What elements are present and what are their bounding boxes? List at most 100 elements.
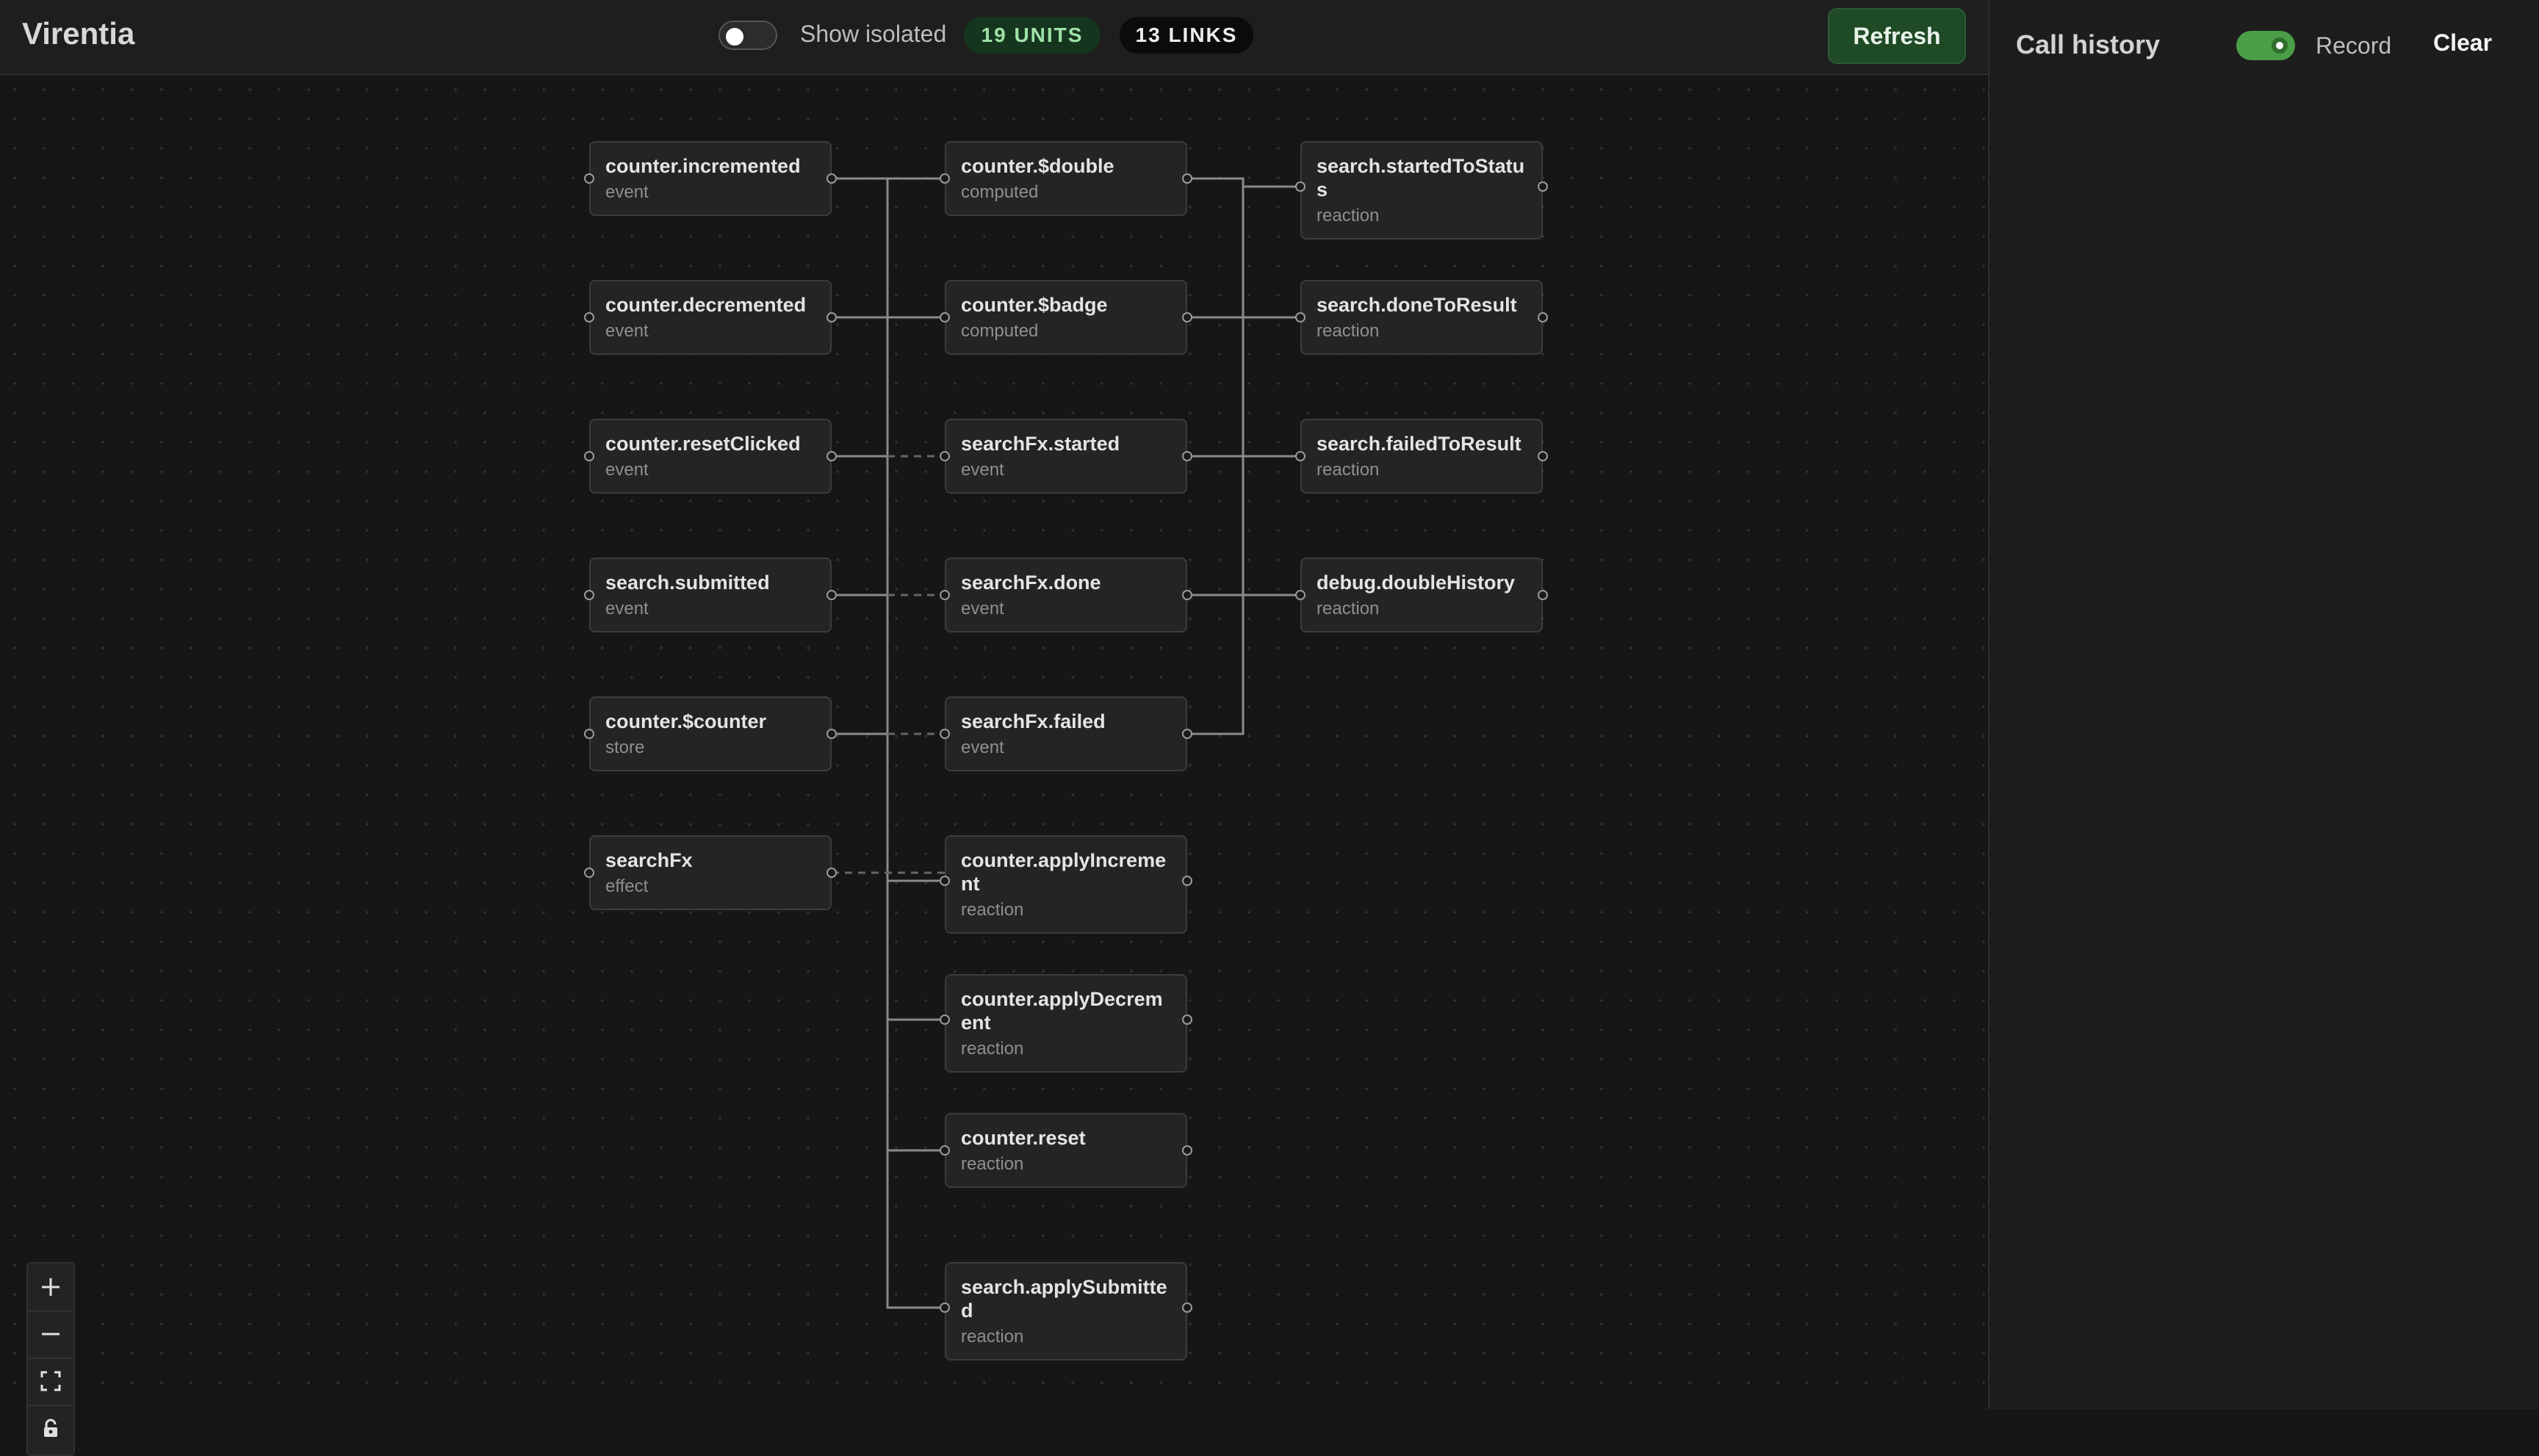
node-out-port[interactable] bbox=[1182, 1014, 1192, 1025]
node-in-port[interactable] bbox=[1295, 181, 1305, 192]
zoom-in-button[interactable] bbox=[28, 1264, 73, 1312]
node-in-port[interactable] bbox=[940, 876, 950, 886]
node-in-port[interactable] bbox=[940, 1302, 950, 1313]
lock-icon bbox=[44, 1419, 57, 1437]
graph-node[interactable]: searchFx.done event bbox=[945, 558, 1187, 633]
graph-node[interactable]: debug.doubleHistory reaction bbox=[1300, 558, 1543, 633]
node-out-port[interactable] bbox=[826, 590, 837, 600]
show-isolated-toggle[interactable] bbox=[719, 21, 777, 50]
node-type: event bbox=[961, 738, 1004, 757]
node-in-port[interactable] bbox=[584, 729, 594, 739]
node-name: counter.reset bbox=[961, 1127, 1086, 1149]
graph-node[interactable]: searchFx.started event bbox=[945, 419, 1187, 494]
node-out-port[interactable] bbox=[1182, 312, 1192, 322]
node-out-port[interactable] bbox=[1182, 451, 1192, 461]
graph-node[interactable]: search.doneToResult reaction bbox=[1300, 280, 1543, 355]
refresh-button[interactable]: Refresh bbox=[1828, 8, 1966, 64]
graph-node[interactable]: counter.applyDecrement reaction bbox=[945, 974, 1187, 1073]
fit-view-icon bbox=[40, 1371, 61, 1391]
node-type: reaction bbox=[1317, 460, 1380, 480]
node-type: reaction bbox=[1317, 321, 1380, 341]
plus-icon bbox=[42, 1278, 60, 1296]
node-in-port[interactable] bbox=[1295, 312, 1305, 322]
node-type: reaction bbox=[961, 1039, 1024, 1059]
node-type: event bbox=[605, 460, 649, 480]
graph-node[interactable]: search.startedToStatus reaction bbox=[1300, 141, 1543, 239]
clear-button[interactable]: Clear bbox=[2433, 29, 2492, 57]
node-out-port[interactable] bbox=[826, 312, 837, 322]
fit-view-button[interactable] bbox=[28, 1358, 73, 1406]
graph-node[interactable]: counter.applyIncrement reaction bbox=[945, 835, 1187, 934]
node-in-port[interactable] bbox=[584, 590, 594, 600]
node-out-port[interactable] bbox=[1182, 1145, 1192, 1156]
node-name: counter.incremented bbox=[605, 155, 801, 177]
node-name: counter.decremented bbox=[605, 294, 807, 316]
node-in-port[interactable] bbox=[940, 173, 950, 184]
graph-node[interactable]: searchFx effect bbox=[589, 835, 832, 910]
graph-node[interactable]: search.applySubmitted reaction bbox=[945, 1262, 1187, 1361]
record-toggle[interactable] bbox=[2236, 31, 2295, 60]
units-count-badge: 19 UNITS bbox=[964, 17, 1101, 54]
top-toolbar: Virentia Show isolated 19 UNITS 13 LINKS… bbox=[0, 0, 1988, 75]
node-in-port[interactable] bbox=[584, 173, 594, 184]
lock-button[interactable] bbox=[28, 1405, 73, 1452]
node-in-port[interactable] bbox=[940, 590, 950, 600]
node-name: search.submitted bbox=[605, 572, 770, 594]
toggle-knob bbox=[2272, 37, 2288, 54]
node-name: counter.$badge bbox=[961, 294, 1108, 316]
node-type: reaction bbox=[961, 1327, 1024, 1347]
node-out-port[interactable] bbox=[1538, 451, 1548, 461]
node-name: counter.$counter bbox=[605, 710, 767, 732]
node-out-port[interactable] bbox=[826, 173, 837, 184]
node-out-port[interactable] bbox=[1182, 590, 1192, 600]
graph-node[interactable]: counter.incremented event bbox=[589, 141, 832, 216]
graph-node[interactable]: search.submitted event bbox=[589, 558, 832, 633]
node-out-port[interactable] bbox=[1538, 181, 1548, 192]
node-out-port[interactable] bbox=[1538, 590, 1548, 600]
node-out-port[interactable] bbox=[826, 729, 837, 739]
node-out-port[interactable] bbox=[826, 451, 837, 461]
node-in-port[interactable] bbox=[1295, 451, 1305, 461]
node-name: search.failedToResult bbox=[1317, 433, 1521, 455]
graph-node[interactable]: searchFx.failed event bbox=[945, 696, 1187, 771]
node-in-port[interactable] bbox=[940, 312, 950, 322]
node-out-port[interactable] bbox=[1182, 729, 1192, 739]
node-in-port[interactable] bbox=[584, 868, 594, 878]
links-count-badge: 13 LINKS bbox=[1120, 17, 1253, 54]
node-in-port[interactable] bbox=[940, 729, 950, 739]
graph-canvas[interactable]: counter.incremented event counter.decremen… bbox=[0, 75, 1988, 1456]
graph-node[interactable]: search.failedToResult reaction bbox=[1300, 419, 1543, 494]
graph-node[interactable]: counter.$double computed bbox=[945, 141, 1187, 216]
node-name: counter.$double bbox=[961, 155, 1114, 177]
node-out-port[interactable] bbox=[1182, 1302, 1192, 1313]
graph-node[interactable]: counter.$badge computed bbox=[945, 280, 1187, 355]
node-name: counter.applyIncrement bbox=[961, 849, 1167, 895]
node-in-port[interactable] bbox=[940, 451, 950, 461]
node-type: computed bbox=[961, 182, 1039, 202]
node-type: event bbox=[605, 182, 649, 202]
node-name: searchFx bbox=[605, 849, 693, 871]
node-in-port[interactable] bbox=[584, 312, 594, 322]
node-in-port[interactable] bbox=[940, 1145, 950, 1156]
graph-node[interactable]: counter.decremented event bbox=[589, 280, 832, 355]
node-in-port[interactable] bbox=[940, 1014, 950, 1025]
node-name: searchFx.failed bbox=[961, 710, 1106, 732]
record-label: Record bbox=[2316, 32, 2392, 59]
node-in-port[interactable] bbox=[584, 451, 594, 461]
node-type: reaction bbox=[1317, 206, 1380, 226]
minus-icon bbox=[42, 1333, 60, 1336]
node-name: search.startedToStatus bbox=[1317, 155, 1525, 201]
node-out-port[interactable] bbox=[1182, 876, 1192, 886]
node-out-port[interactable] bbox=[1182, 173, 1192, 184]
graph-node[interactable]: counter.reset reaction bbox=[945, 1113, 1187, 1188]
zoom-out-button[interactable] bbox=[28, 1311, 73, 1359]
node-out-port[interactable] bbox=[1538, 312, 1548, 322]
graph-node[interactable]: counter.resetClicked event bbox=[589, 419, 832, 494]
node-type: event bbox=[961, 599, 1004, 619]
node-in-port[interactable] bbox=[1295, 590, 1305, 600]
app-title: Virentia bbox=[22, 16, 135, 51]
node-out-port[interactable] bbox=[826, 868, 837, 878]
graph-node[interactable]: counter.$counter store bbox=[589, 696, 832, 771]
node-name: searchFx.done bbox=[961, 572, 1101, 594]
node-name: counter.applyDecrement bbox=[961, 988, 1163, 1034]
